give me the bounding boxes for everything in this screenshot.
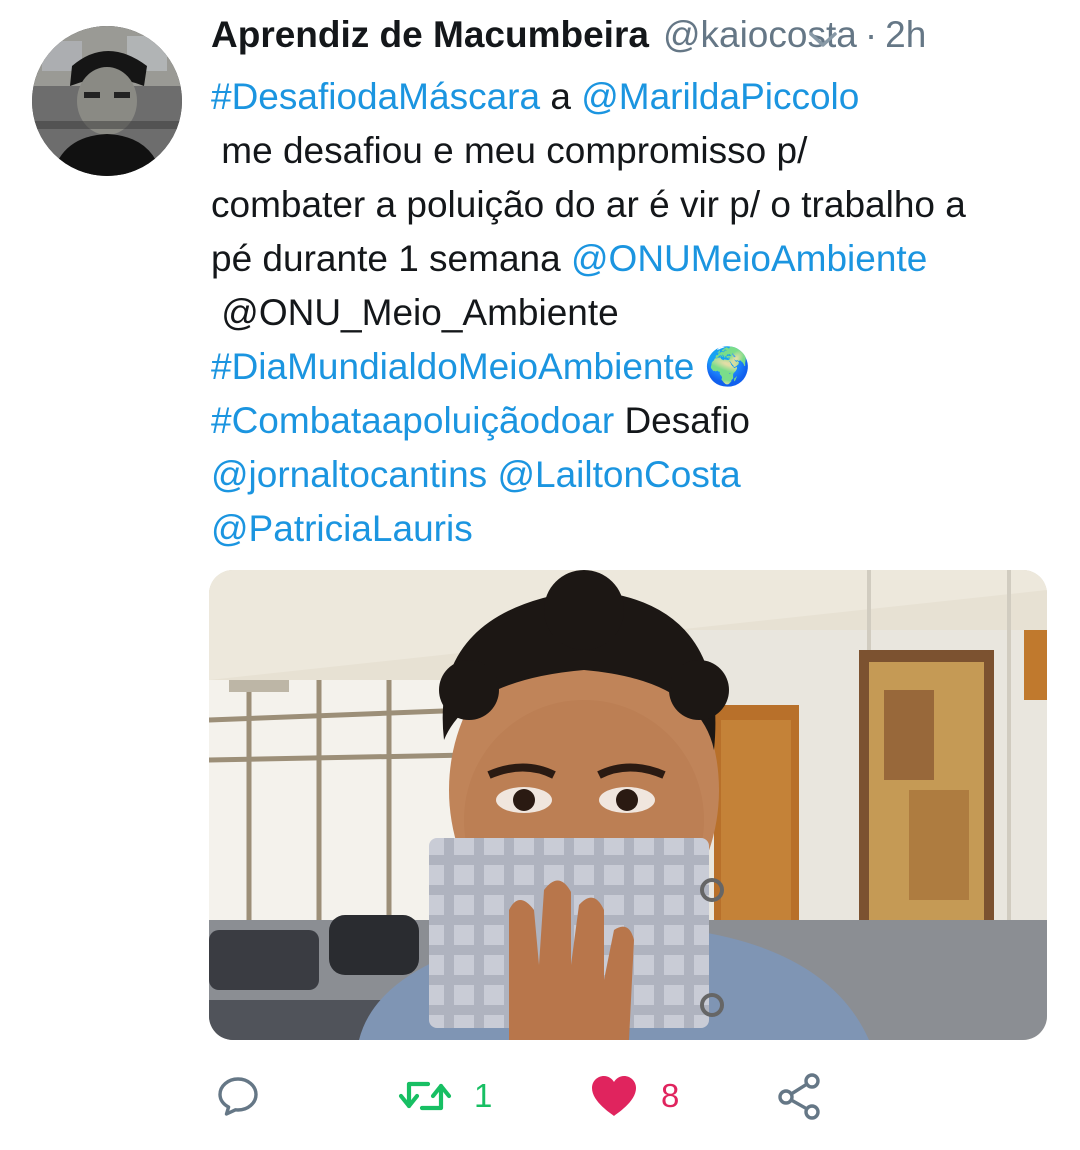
tweet-text-line: #DiaMundialdoMeioAmbiente 🌍 <box>211 340 1056 394</box>
tweet-text-line: #DesafiodaMáscara a @MarildaPiccolo <box>211 70 1056 124</box>
mention-link[interactable]: @MarildaPiccolo <box>581 76 859 117</box>
more-options-button[interactable] <box>803 24 843 54</box>
tweet-actions: 1 8 <box>0 1068 1080 1128</box>
photo-image <box>209 570 1047 1040</box>
hashtag-link[interactable]: #DesafiodaMáscara <box>211 76 540 117</box>
avatar[interactable] <box>32 26 182 176</box>
chevron-down-icon <box>809 32 837 47</box>
tweet-text: #DesafiodaMáscara a @MarildaPiccolo me d… <box>211 70 1056 556</box>
avatar-image <box>32 26 182 176</box>
tweet-text-line: pé durante 1 semana @ONUMeioAmbiente <box>211 232 1056 286</box>
tweet-photo[interactable] <box>209 570 1047 1040</box>
retweet-icon <box>398 1081 452 1111</box>
tweet-text-segment: combater a poluição do ar é vir p/ o tra… <box>211 184 966 225</box>
separator-dot: · <box>864 14 878 55</box>
tweet-text-line: combater a poluição do ar é vir p/ o tra… <box>211 178 1056 232</box>
reply-button[interactable] <box>216 1074 282 1118</box>
tweet-text-segment: a <box>540 76 582 117</box>
retweet-count: 1 <box>474 1077 493 1114</box>
tweet-text-segment: pé durante 1 semana <box>211 238 571 279</box>
tweet-text-line: @PatriciaLauris <box>211 502 1056 556</box>
tweet-text-segment <box>487 454 497 495</box>
tweet-text-line: me desafiou e meu compromisso p/ <box>211 124 1056 178</box>
mention-link[interactable]: @LailtonCosta <box>497 454 740 495</box>
tweet-text-segment: 🌍 <box>694 346 751 387</box>
mention-link[interactable]: @PatriciaLauris <box>211 508 473 549</box>
timestamp[interactable]: 2h <box>885 14 926 56</box>
display-name[interactable]: Aprendiz de Macumbeira <box>211 14 649 56</box>
share-icon <box>778 1073 820 1120</box>
tweet-text-segment: Desafio <box>614 400 750 441</box>
reply-icon <box>218 1077 258 1116</box>
like-button[interactable]: 8 <box>589 1074 679 1118</box>
tweet-text-line: #Combataapoluiçãodoar Desafio <box>211 394 1056 448</box>
tweet-text-segment: @ONU_Meio_Ambiente <box>211 292 619 333</box>
tweet-text-segment: me desafiou e meu compromisso p/ <box>211 130 808 171</box>
heart-icon <box>592 1076 636 1116</box>
mention-link[interactable]: @jornaltocantins <box>211 454 487 495</box>
mention-link[interactable]: @ONUMeioAmbiente <box>571 238 927 279</box>
share-button[interactable] <box>776 1072 824 1120</box>
tweet-header: Aprendiz de Macumbeira @kaiocosta · 2h <box>211 14 1056 70</box>
hashtag-link[interactable]: #DiaMundialdoMeioAmbiente <box>211 346 694 387</box>
tweet-content: Aprendiz de Macumbeira @kaiocosta · 2h #… <box>211 14 1056 556</box>
tweet-text-line: @jornaltocantins @LailtonCosta <box>211 448 1056 502</box>
tweet-text-line: @ONU_Meio_Ambiente <box>211 286 1056 340</box>
hashtag-link[interactable]: #Combataapoluiçãodoar <box>211 400 614 441</box>
retweet-button[interactable]: 1 <box>398 1074 492 1118</box>
like-count: 8 <box>661 1077 680 1114</box>
